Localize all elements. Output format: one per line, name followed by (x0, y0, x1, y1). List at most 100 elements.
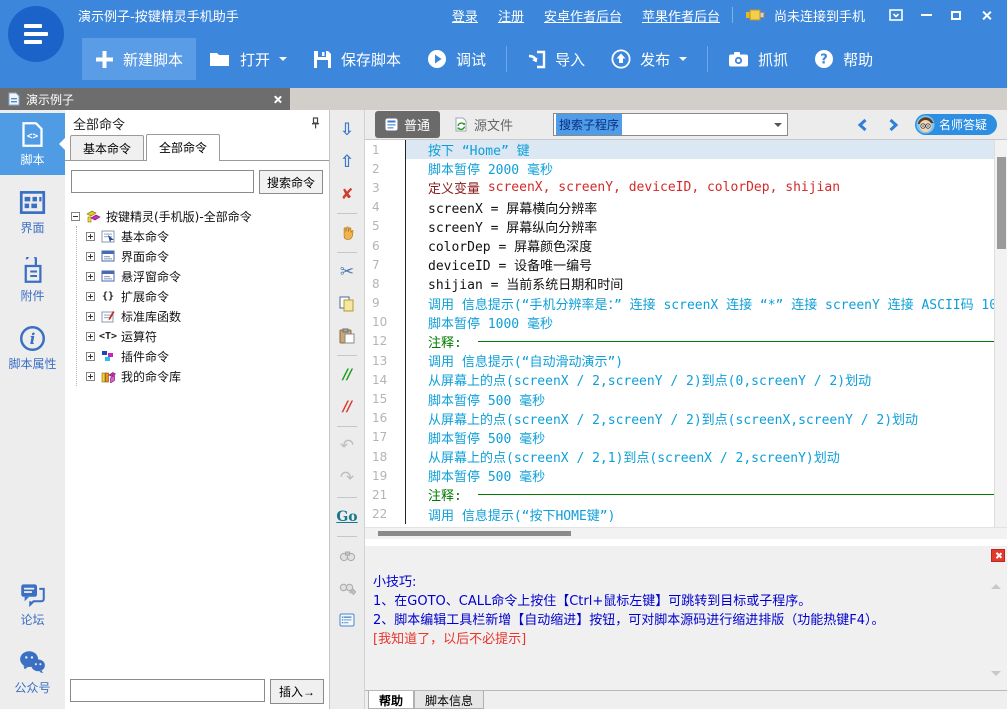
code-line[interactable]: 7 deviceID = 设备唯一编号 (365, 255, 1007, 274)
code-line[interactable]: 17 脚本暂停 500 毫秒 (365, 428, 1007, 447)
code-line[interactable]: 13 调用 信息提示(“自动滑动演示”) (365, 351, 1007, 370)
open-button[interactable]: 打开 (196, 38, 300, 80)
view-tab-source[interactable]: 源文件 (454, 115, 513, 134)
tree-item-plugin-commands[interactable]: 插件命令 (86, 346, 327, 366)
tree-item-extended-commands[interactable]: {} 扩展命令 (86, 286, 327, 306)
code-line[interactable]: 6 colorDep = 屏幕颜色深度 (365, 236, 1007, 255)
sidebar-item-interface[interactable]: 界面 (0, 181, 65, 243)
close-icon[interactable] (273, 95, 282, 104)
vertical-scrollbar[interactable] (994, 140, 1007, 527)
tab-help[interactable]: 帮助 (368, 691, 414, 709)
code-line[interactable]: 15 脚本暂停 500 毫秒 (365, 389, 1007, 408)
code-line[interactable]: 1 按下 “Home” 键 (365, 140, 1007, 159)
view-tab-normal[interactable]: 普通 (375, 111, 440, 138)
code-line[interactable]: 14 从屏幕上的点(screenX / 2,screenY / 2)到点(0,s… (365, 370, 1007, 389)
code-line[interactable]: 2 脚本暂停 2000 毫秒 (365, 159, 1007, 178)
publish-button[interactable]: 发布 (598, 38, 700, 80)
subroutine-search-combo[interactable]: 搜索子程序 (553, 113, 788, 136)
debug-button[interactable]: 调试 (414, 38, 499, 80)
code-line[interactable]: 4 screenX = 屏幕横向分辨率 (365, 198, 1007, 217)
comment-icon[interactable]: // (330, 359, 364, 391)
window-menu-icon[interactable] (881, 4, 911, 26)
code-line[interactable]: 3 定义变量 screenX, screenY, deviceID, color… (365, 178, 1007, 197)
sidebar-item-attachment[interactable]: 附件 (0, 249, 65, 311)
insert-input[interactable] (70, 679, 265, 702)
cut-icon[interactable]: ✂ (330, 256, 364, 288)
minimize-icon[interactable] (911, 4, 941, 26)
connection-status[interactable]: 尚未连接到手机 (745, 6, 865, 25)
app-logo[interactable] (8, 6, 64, 62)
code-line[interactable]: 19 脚本暂停 500 毫秒 (365, 466, 1007, 485)
capture-button[interactable]: 抓抓 (715, 38, 801, 80)
code-line[interactable]: 18 从屏幕上的点(screenX / 2,1)到点(screenX / 2,s… (365, 447, 1007, 466)
code-line[interactable]: 21 注释: (365, 485, 1007, 504)
tab-basic-commands[interactable]: 基本命令 (70, 135, 144, 160)
code-line[interactable]: 8 shijian = 当前系统日期和时间 (365, 274, 1007, 293)
tree-item-interface-commands[interactable]: 界面命令 (86, 246, 327, 266)
scroll-up-icon[interactable] (991, 584, 1001, 589)
expand-icon[interactable] (86, 332, 95, 341)
undo-icon[interactable]: ↶ (330, 430, 364, 462)
collapse-icon[interactable] (71, 212, 80, 221)
titlebar-link[interactable]: 注册 (498, 6, 524, 25)
save-script-button[interactable]: 保存脚本 (300, 38, 414, 80)
code-line[interactable]: 12 注释: (365, 332, 1007, 351)
code-line[interactable]: 10 脚本暂停 1000 毫秒 (365, 313, 1007, 332)
uncomment-icon[interactable]: // (330, 391, 364, 423)
find-next-icon[interactable] (330, 572, 364, 604)
maximize-icon[interactable] (941, 4, 971, 26)
scrollbar-thumb[interactable] (378, 531, 571, 536)
import-button[interactable]: 导入 (514, 38, 598, 80)
sidebar-item-script[interactable]: <> 脚本 (0, 113, 65, 175)
insert-button[interactable]: 插入→ (270, 679, 324, 704)
scrollbar-thumb[interactable] (997, 157, 1006, 249)
redo-icon[interactable]: ↷ (330, 462, 364, 494)
drag-hand-icon[interactable] (330, 217, 364, 249)
command-search-button[interactable]: 搜索命令 (259, 170, 323, 194)
copy-icon[interactable] (330, 288, 364, 320)
pin-icon[interactable] (309, 117, 321, 129)
tab-script-info[interactable]: 脚本信息 (414, 691, 484, 709)
expand-icon[interactable] (86, 352, 95, 361)
tree-root[interactable]: 按键精灵(手机版)-全部命令 (71, 206, 327, 226)
tree-item-operators[interactable]: <T> 运算符 (86, 326, 327, 346)
command-search-input[interactable] (71, 170, 254, 193)
expand-icon[interactable] (86, 312, 95, 321)
close-help-button[interactable] (991, 549, 1005, 562)
help-button[interactable]: ? 帮助 (801, 38, 886, 80)
script-list-icon[interactable] (330, 604, 364, 636)
code-line[interactable]: 5 screenY = 屏幕纵向分辨率 (365, 217, 1007, 236)
new-script-button[interactable]: 新建脚本 (82, 38, 196, 80)
delete-icon[interactable]: ✘ (330, 178, 364, 210)
document-tab[interactable]: 演示例子 (0, 88, 290, 110)
tree-item-standard-library[interactable]: 标准库函数 (86, 306, 327, 326)
code-line[interactable]: 9 调用 信息提示(“手机分辨率是：” 连接 screenX 连接 “*” 连接… (365, 294, 1007, 313)
tree-item-basic-commands[interactable]: 基本命令 (86, 226, 327, 246)
expand-icon[interactable] (86, 372, 95, 381)
paste-icon[interactable] (330, 320, 364, 352)
move-up-icon[interactable]: ⇧ (330, 146, 364, 178)
chevron-right-icon[interactable] (886, 118, 900, 132)
sidebar-item-forum[interactable]: 论坛 (0, 573, 65, 635)
tree-item-floating-window-commands[interactable]: 悬浮窗命令 (86, 266, 327, 286)
sidebar-item-script-properties[interactable]: i 脚本属性 (0, 317, 65, 379)
expand-icon[interactable] (86, 232, 95, 241)
find-icon[interactable] (330, 540, 364, 572)
titlebar-link[interactable]: 安卓作者后台 (544, 6, 622, 25)
close-icon[interactable] (971, 4, 1001, 26)
tree-item-my-command-library[interactable]: 我的命令库 (86, 366, 327, 386)
titlebar-link[interactable]: 苹果作者后台 (642, 6, 720, 25)
move-down-icon[interactable]: ⇩ (330, 114, 364, 146)
expand-icon[interactable] (86, 292, 95, 301)
chevron-left-icon[interactable] (856, 118, 870, 132)
scroll-down-icon[interactable] (991, 671, 1001, 676)
expand-icon[interactable] (86, 252, 95, 261)
expand-icon[interactable] (86, 272, 95, 281)
horizontal-scrollbar[interactable] (365, 527, 1007, 539)
code-line[interactable]: 22 调用 信息提示(“按下HOME键”) (365, 505, 1007, 524)
titlebar-link[interactable]: 登录 (452, 6, 478, 25)
tab-all-commands[interactable]: 全部命令 (146, 134, 220, 161)
goto-icon[interactable]: Go (330, 501, 364, 533)
sidebar-item-official-account[interactable]: 公众号 (0, 641, 65, 703)
code-line[interactable]: 16 从屏幕上的点(screenX / 2,screenY / 2)到点(scr… (365, 409, 1007, 428)
